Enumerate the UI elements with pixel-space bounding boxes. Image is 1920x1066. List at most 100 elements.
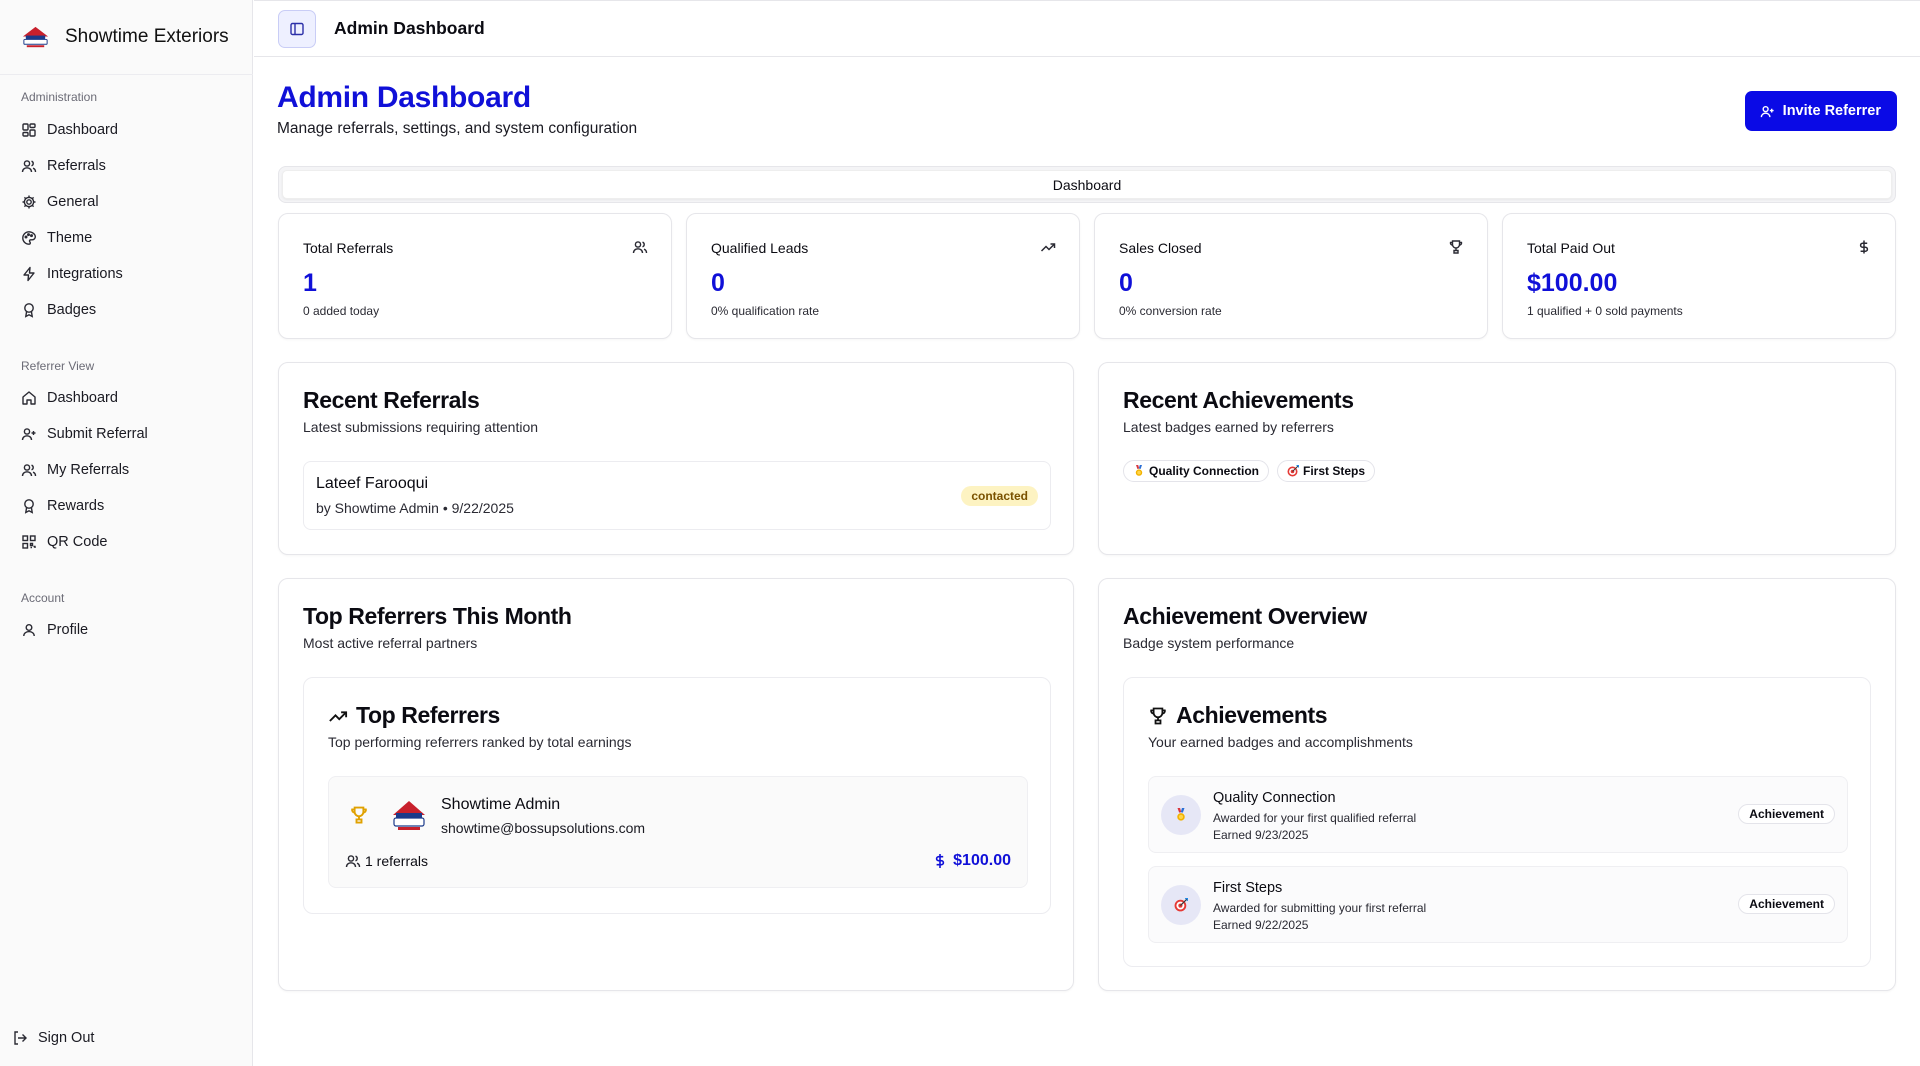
sign-out-button[interactable]: Sign Out xyxy=(12,1030,94,1046)
sidebar-item-label: Integrations xyxy=(47,266,123,282)
stat-value: $100.00 xyxy=(1527,269,1618,297)
tab-dashboard[interactable]: Dashboard xyxy=(282,170,1892,199)
achievement-item: Quality Connection Awarded for your firs… xyxy=(1148,776,1848,853)
stat-subtext: 0% qualification rate xyxy=(711,304,820,318)
stat-label: Total Paid Out xyxy=(1527,240,1615,256)
medal-icon xyxy=(1135,465,1143,476)
referrer-earnings: $100.00 xyxy=(933,852,1011,870)
sidebar-item-label: General xyxy=(47,194,99,210)
layout-grid-icon xyxy=(22,123,36,137)
sidebar-item-referrer-dashboard[interactable]: Dashboard xyxy=(0,380,253,416)
referrer-name: Showtime Admin xyxy=(441,796,561,813)
sidebar-item-theme[interactable]: Theme xyxy=(0,220,253,256)
trophy-icon xyxy=(1449,240,1463,254)
trophy-icon xyxy=(351,806,367,824)
nav-group-account: Account Profile xyxy=(0,590,253,648)
pill-label: Quality Connection xyxy=(1149,464,1260,478)
achievement-icon-circle xyxy=(1161,795,1201,835)
top-referrer-item[interactable]: Showtime Admin showtime@bossupsolutions.… xyxy=(328,776,1028,888)
user-plus-icon xyxy=(21,428,36,441)
brand[interactable]: Showtime Exteriors xyxy=(20,20,229,54)
referrer-email: showtime@bossupsolutions.com xyxy=(441,820,646,836)
divider xyxy=(0,74,253,75)
panel-subtitle: Your earned badges and accomplishments xyxy=(1148,734,1413,750)
achievements-panel: Achievements Your earned badges and acco… xyxy=(1123,677,1871,967)
target-icon xyxy=(1174,898,1188,912)
panel-title: Achievements xyxy=(1148,702,1328,729)
sidebar-item-label: QR Code xyxy=(47,534,108,550)
stat-card-qualified-leads: Qualified Leads 0 0% qualification rate xyxy=(686,213,1080,339)
stat-card-total-paid-out: Total Paid Out $100.00 1 qualified + 0 s… xyxy=(1502,213,1896,339)
stat-card-total-referrals: Total Referrals 1 0 added today xyxy=(278,213,672,339)
achievement-pill: Quality Connection xyxy=(1123,460,1270,482)
pill-label: First Steps xyxy=(1303,464,1366,478)
gear-icon xyxy=(22,195,36,209)
sidebar-item-label: Profile xyxy=(47,622,89,638)
sidebar-item-general[interactable]: General xyxy=(0,184,253,220)
target-icon xyxy=(1287,465,1300,477)
sidebar-item-integrations[interactable]: Integrations xyxy=(0,256,253,292)
stat-subtext: 0 added today xyxy=(303,304,380,318)
achievement-icon-circle xyxy=(1161,885,1201,925)
stat-label: Qualified Leads xyxy=(711,240,809,256)
invite-referrer-button[interactable]: Invite Referrer xyxy=(1744,91,1897,131)
page-title: Admin Dashboard xyxy=(277,81,531,114)
section-subtitle: Badge system performance xyxy=(1123,635,1295,651)
topbar-title: Admin Dashboard xyxy=(334,18,485,38)
page-subtitle: Manage referrals, settings, and system c… xyxy=(277,120,638,137)
nav-group-referrer-view: Referrer View Dashboard Submit Referral … xyxy=(0,358,253,560)
status-badge: contacted xyxy=(961,486,1038,506)
sidebar-item-referrals[interactable]: Referrals xyxy=(0,148,253,184)
main-content: Admin Dashboard Manage referrals, settin… xyxy=(254,57,1920,1066)
referral-count-text: 1 referrals xyxy=(365,853,429,869)
achievement-overview-card: Achievement Overview Badge system perfor… xyxy=(1098,578,1896,991)
group-label: Referrer View xyxy=(21,359,95,373)
achievement-badge: Achievement xyxy=(1738,804,1835,824)
zap-icon xyxy=(23,266,35,282)
referral-meta: by Showtime Admin • 9/22/2025 xyxy=(316,500,514,516)
referral-list-item[interactable]: Lateef Farooqui by Showtime Admin • 9/22… xyxy=(303,461,1051,530)
section-subtitle: Most active referral partners xyxy=(303,635,478,651)
section-subtitle: Latest submissions requiring attention xyxy=(303,419,539,435)
trending-up-icon xyxy=(329,710,348,722)
stat-value: 1 xyxy=(303,269,317,297)
award-icon xyxy=(24,499,34,514)
sidebar-item-qr-code[interactable]: QR Code xyxy=(0,524,253,560)
users-icon xyxy=(21,464,37,477)
sidebar-item-label: Dashboard xyxy=(47,122,118,138)
section-title: Recent Referrals xyxy=(303,387,480,413)
brand-name: Showtime Exteriors xyxy=(65,26,229,47)
sidebar-item-label: Referrals xyxy=(47,158,106,174)
sidebar-item-admin-dashboard[interactable]: Dashboard xyxy=(0,112,253,148)
referral-name: Lateef Farooqui xyxy=(316,475,429,492)
badge-list: Quality Connection First Steps xyxy=(1123,460,1376,482)
panel-title: Top Referrers xyxy=(328,702,500,729)
sidebar-item-submit-referral[interactable]: Submit Referral xyxy=(0,416,253,452)
log-out-icon xyxy=(14,1031,27,1045)
users-icon xyxy=(21,160,37,173)
group-label: Administration xyxy=(21,90,98,104)
sidebar-item-label: Theme xyxy=(47,230,93,246)
panel-subtitle: Top performing referrers ranked by total… xyxy=(328,734,632,750)
stat-label: Total Referrals xyxy=(303,240,394,256)
user-plus-icon xyxy=(1760,105,1774,117)
sidebar-toggle-button[interactable] xyxy=(278,10,316,48)
achievement-name: Quality Connection xyxy=(1213,790,1336,806)
dollar-icon xyxy=(1859,240,1869,254)
trophy-icon xyxy=(1150,707,1166,724)
stat-card-sales-closed: Sales Closed 0 0% conversion rate xyxy=(1094,213,1488,339)
palette-icon xyxy=(22,231,37,245)
sidebar-item-my-referrals[interactable]: My Referrals xyxy=(0,452,253,488)
sidebar-item-label: Dashboard xyxy=(47,390,118,406)
section-title: Recent Achievements xyxy=(1123,387,1354,413)
topbar: Admin Dashboard xyxy=(254,0,1920,57)
sidebar-item-profile[interactable]: Profile xyxy=(0,612,253,648)
invite-referrer-label: Invite Referrer xyxy=(1782,103,1881,119)
sidebar-item-rewards[interactable]: Rewards xyxy=(0,488,253,524)
sidebar-item-badges[interactable]: Badges xyxy=(0,292,253,328)
stat-value: 0 xyxy=(1119,269,1133,297)
tab-list: Dashboard xyxy=(278,166,1896,203)
achievement-item: First Steps Awarded for submitting your … xyxy=(1148,866,1848,943)
users-icon xyxy=(632,241,648,254)
sidebar: Showtime Exteriors Administration Dashbo… xyxy=(0,0,253,1066)
